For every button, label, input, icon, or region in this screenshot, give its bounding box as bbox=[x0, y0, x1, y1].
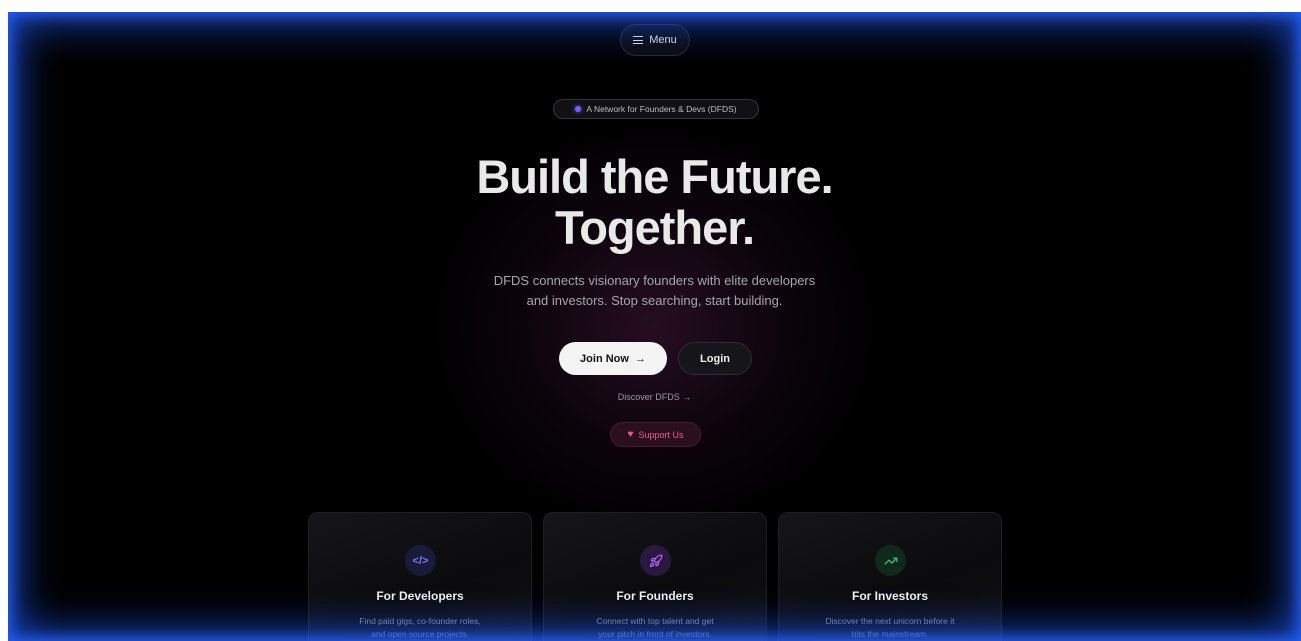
hero-subtitle-line-1: DFDS connects visionary founders with el… bbox=[493, 273, 816, 288]
rocket-icon bbox=[640, 545, 671, 576]
card-description: Find paid gigs, co-founder roles, and op… bbox=[359, 616, 481, 639]
card-description: Connect with top talent and get your pit… bbox=[596, 616, 714, 639]
hamburger-icon bbox=[633, 36, 644, 45]
hero-subtitle-line-2: and investors. Stop searching, start bui… bbox=[526, 293, 783, 308]
card-description: Discover the next unicorn before it hits… bbox=[825, 616, 955, 639]
card-investors[interactable]: For Investors Discover the next unicorn … bbox=[778, 512, 1002, 641]
join-now-label: Join Now bbox=[580, 352, 629, 365]
card-developers[interactable]: </> For Developers Find paid gigs, co-fo… bbox=[308, 512, 532, 641]
arrow-right-icon: → bbox=[634, 352, 646, 365]
card-founders[interactable]: For Founders Connect with top talent and… bbox=[543, 512, 767, 641]
heart-icon: ♥ bbox=[627, 429, 634, 440]
hero-title-line-2: Together. bbox=[554, 201, 755, 254]
menu-label: Menu bbox=[649, 34, 677, 46]
network-tag-text: A Network for Founders & Devs (DFDS) bbox=[586, 104, 737, 114]
card-title: For Founders bbox=[616, 589, 694, 603]
join-now-button[interactable]: Join Now → bbox=[559, 342, 667, 375]
page-frame: Menu A Network for Founders & Devs (DFDS… bbox=[8, 12, 1301, 641]
support-us-label: Support Us bbox=[638, 429, 684, 440]
status-dot-icon bbox=[575, 106, 582, 112]
discover-link[interactable]: Discover DFDS → bbox=[8, 392, 1301, 402]
menu-button[interactable]: Menu bbox=[620, 24, 690, 56]
login-button[interactable]: Login bbox=[678, 342, 752, 375]
network-tag-badge: A Network for Founders & Devs (DFDS) bbox=[553, 99, 759, 119]
trending-up-icon bbox=[875, 545, 906, 576]
support-us-button[interactable]: ♥ Support Us bbox=[610, 422, 701, 447]
login-label: Login bbox=[700, 352, 730, 365]
hero-title-line-1: Build the Future. bbox=[476, 150, 833, 203]
code-icon: </> bbox=[405, 545, 436, 576]
card-title: For Developers bbox=[376, 589, 464, 603]
card-title: For Investors bbox=[851, 589, 929, 603]
